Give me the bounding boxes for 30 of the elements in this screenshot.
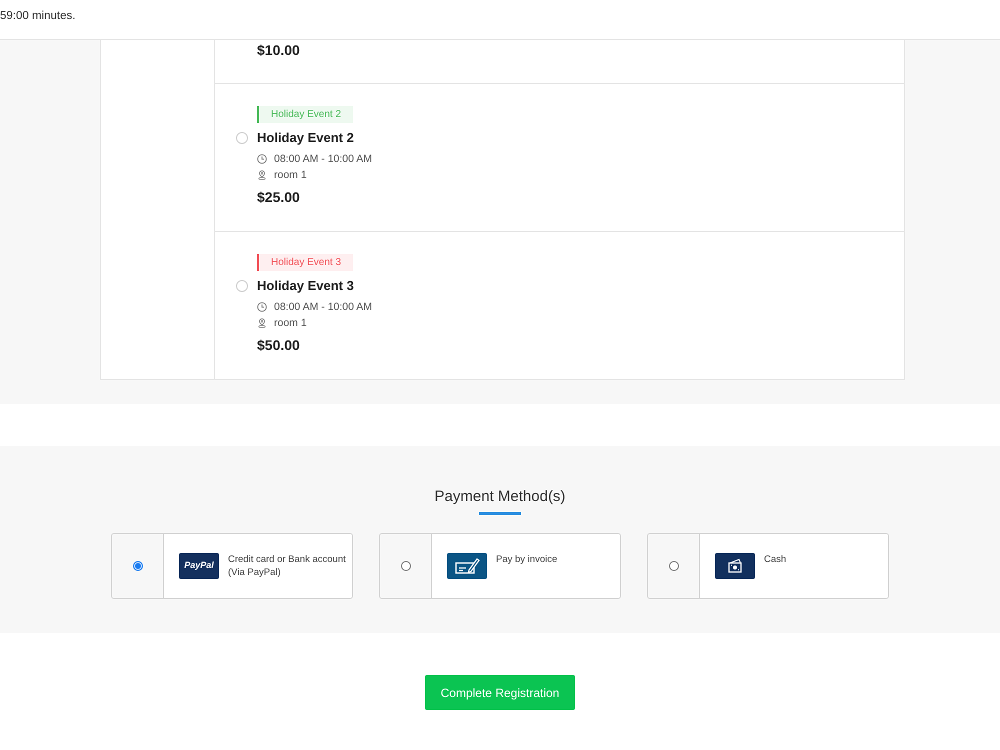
clock-icon (257, 154, 267, 164)
section-title: Payment Method(s) (434, 488, 566, 505)
payment-label: Credit card or Bank account (Via PayPal) (228, 553, 347, 579)
payment-label: Cash (764, 553, 788, 566)
check-pen-icon (447, 553, 487, 579)
payment-option[interactable]: PayPal Credit card or Bank account (Via PayPal) (111, 533, 353, 599)
event-tag: Holiday Event 2 (257, 106, 354, 123)
banknotes-icon (715, 553, 755, 579)
event-price: $10.00 (257, 42, 300, 58)
timer-text: 59:00 minutes. (0, 8, 76, 24)
payment-option[interactable]: Pay by invoice (379, 533, 621, 599)
location-pin-icon (257, 318, 267, 328)
payment-label: Pay by invoice (496, 553, 558, 566)
event-title: Holiday Event 2 (257, 129, 354, 147)
location-pin-icon (257, 170, 267, 180)
paypal-logo: PayPal (179, 553, 219, 579)
title-underline (479, 512, 521, 515)
event-price: $50.00 (257, 337, 300, 353)
clock-icon (257, 302, 267, 312)
radio-button[interactable] (132, 561, 142, 571)
radio-button[interactable] (668, 561, 678, 571)
event-title: Holiday Event 3 (257, 277, 354, 295)
event-price: $25.00 (257, 189, 300, 205)
event-location: room 1 (274, 316, 307, 331)
event-tag: Holiday Event 3 (257, 254, 354, 271)
event-time: 08:00 AM - 10:00 AM (274, 300, 372, 315)
event-location: room 1 (274, 168, 307, 183)
radio-button[interactable] (400, 561, 410, 571)
payment-option[interactable]: Cash (647, 533, 889, 599)
event-time: 08:00 AM - 10:00 AM (274, 152, 372, 167)
